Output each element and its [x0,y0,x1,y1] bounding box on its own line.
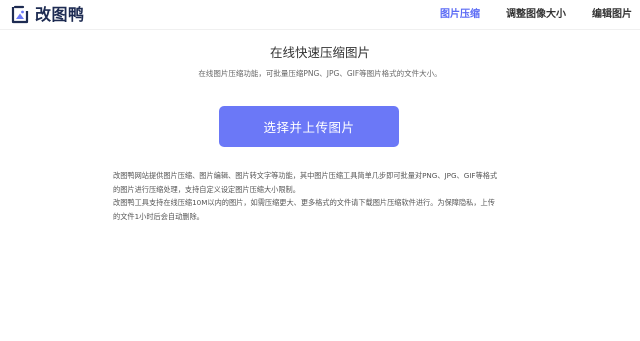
nav-item-resize-image[interactable]: 调整图像大小 [506,0,566,30]
upload-image-button[interactable]: 选择并上传图片 [219,106,399,147]
nav-item-edit-image[interactable]: 编辑图片 [592,0,632,30]
description-line: 的图片进行压缩处理，支持自定义设定图片压缩大小限制。 [113,184,300,194]
page-title: 在线快速压缩图片 [269,45,370,60]
main-nav: 图片压缩 调整图像大小 编辑图片 [414,0,632,30]
image-frame-icon [11,5,29,24]
description-line: 的文件1小时后会自动删除。 [113,211,204,221]
nav-item-image-compress[interactable]: 图片压缩 [440,0,480,30]
logo-text: 改图鸭 [35,5,85,24]
description-text: 改图鸭网站提供图片压缩、图片编辑、图片转文字等功能，其中图片压缩工具简单几步即可… [113,169,505,223]
page-subtitle: 在线图片压缩功能，可批量压缩PNG、JPG、GIF等图片格式的文件大小。 [198,69,442,78]
site-logo[interactable]: 改图鸭 [10,4,85,26]
top-header: 改图鸭 图片压缩 调整图像大小 编辑图片 [0,0,640,30]
description-line: 改图鸭网站提供图片压缩、图片编辑、图片转文字等功能，其中图片压缩工具简单几步即可… [113,171,498,180]
description-line: 改图鸭工具支持在线压缩10M以内的图片，如需压缩更大、更多格式的文件请下载图片压… [113,198,495,207]
